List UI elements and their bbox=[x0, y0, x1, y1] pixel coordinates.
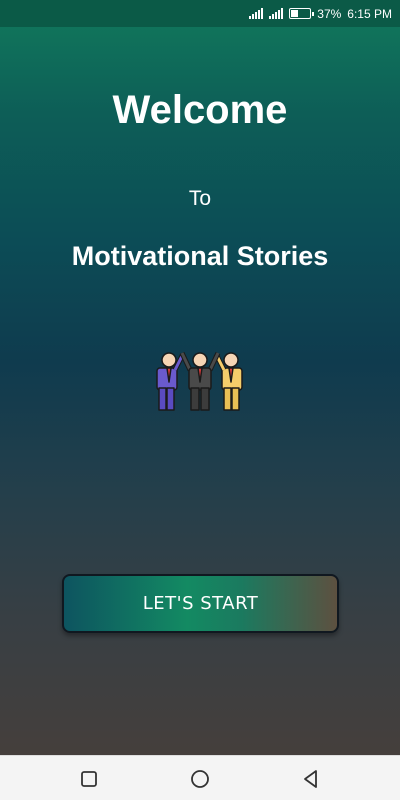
app-screen: 37% 6:15 PM Welcome To Motivational Stor… bbox=[0, 0, 400, 755]
welcome-title: Welcome bbox=[112, 88, 288, 132]
battery-icon bbox=[289, 8, 315, 19]
status-bar: 37% 6:15 PM bbox=[0, 0, 400, 27]
navigation-bar bbox=[0, 755, 400, 800]
signal-icon bbox=[249, 8, 264, 19]
signal-icon-2 bbox=[269, 8, 284, 19]
clock: 6:15 PM bbox=[347, 6, 392, 21]
lets-start-button[interactable]: LET'S START bbox=[62, 574, 339, 633]
team-celebration-icon bbox=[156, 351, 243, 411]
app-name: Motivational Stories bbox=[71, 241, 329, 271]
triangle-back-icon[interactable] bbox=[300, 768, 322, 790]
square-icon[interactable] bbox=[78, 768, 100, 790]
to-text: To bbox=[188, 187, 212, 210]
circle-icon[interactable] bbox=[189, 768, 211, 790]
battery-percent: 37% bbox=[317, 6, 342, 21]
